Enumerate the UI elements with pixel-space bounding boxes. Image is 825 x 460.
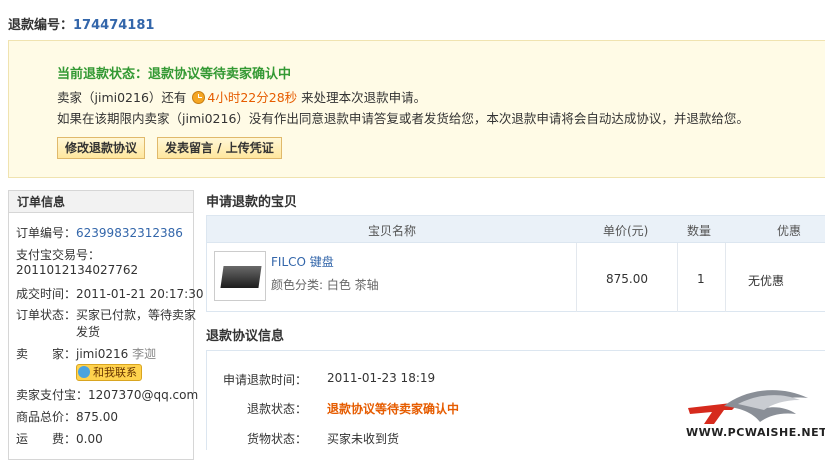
seller-id: jimi0216: [76, 347, 129, 361]
seller-deadline: 卖家（jimi0216）还有 4小时22分28秒 来处理本次退款申请。: [57, 87, 426, 106]
item-thumbnail[interactable]: [214, 251, 266, 301]
order-info-panel: 订单信息 订单编号：62399832312386 支付宝交易号： 2011012…: [8, 190, 203, 460]
seller-alipay-row: 卖家支付宝：1207370@qq.com: [16, 386, 198, 403]
refund-items-title: 申请退款的宝贝: [206, 195, 298, 210]
seller-row: 卖 家：jimi0216 李迦: [16, 345, 156, 362]
column-header-discount: 优惠: [777, 224, 802, 238]
refund-number-value: 174474181: [73, 18, 155, 33]
refund-status-label: 退款状态：: [246, 402, 307, 416]
seller-alipay-value: 1207370@qq.com: [88, 388, 199, 402]
table-header: 宝贝名称 单价(元) 数量 优惠: [207, 216, 825, 243]
watermark-text: WWW.PCWAISHE.NET: [686, 426, 825, 439]
column-header-qty: 数量: [687, 224, 712, 238]
seller-label: 卖 家：: [16, 347, 77, 361]
modify-agreement-button[interactable]: 修改退款协议: [57, 137, 146, 159]
order-number-link[interactable]: 62399832312386: [76, 226, 183, 240]
refund-status-notice: 当前退款状态：退款协议等待卖家确认中 卖家（jimi0216）还有 4小时22分…: [8, 40, 825, 178]
contact-seller-label: 和我联系: [93, 366, 137, 379]
freight-value: 0.00: [76, 432, 103, 446]
item-price: 875.00: [606, 272, 648, 286]
column-divider: [677, 243, 678, 312]
status-label: 当前退款状态：: [57, 67, 149, 82]
deal-time-row: 成交时间：2011-01-21 20:17:30: [16, 285, 203, 302]
seller-name: 李迦: [132, 347, 157, 361]
status-value: 退款协议等待卖家确认中: [148, 67, 292, 82]
item-color-option: 颜色分类: 白色 茶轴: [271, 278, 379, 292]
current-refund-status: 当前退款状态：退款协议等待卖家确认中: [57, 63, 291, 82]
order-number-row: 订单编号：62399832312386: [16, 224, 183, 241]
order-state-line2: 发货: [76, 325, 101, 339]
seller-deadline-suffix: 来处理本次退款申请。: [301, 90, 427, 105]
contact-row: 和我联系: [76, 364, 142, 381]
countdown-timer: 4小时22分28秒: [207, 90, 298, 105]
column-divider: [725, 243, 726, 312]
total-price-row: 商品总价：875.00: [16, 408, 118, 425]
item-name-link[interactable]: FILCO 键盘: [271, 253, 334, 270]
refund-items-table: 宝贝名称 单价(元) 数量 优惠 FILCO 键盘 颜色分类: 白色 茶轴 87…: [206, 215, 825, 312]
total-price-label: 商品总价：: [16, 410, 77, 424]
post-message-button[interactable]: 发表留言 / 上传凭证: [157, 137, 282, 159]
alipay-number-label: 支付宝交易号：: [16, 248, 101, 262]
order-number-label: 订单编号：: [16, 226, 77, 240]
agreement-title: 退款协议信息: [206, 329, 285, 344]
order-state-row: 订单状态：买家已付款，等待卖家: [16, 306, 196, 323]
freight-row: 运 费：0.00: [16, 430, 103, 447]
refund-number-label: 退款编号：: [8, 18, 74, 33]
order-info-title: 订单信息: [9, 191, 193, 213]
clock-icon: [192, 91, 206, 104]
goods-status-value: 买家未收到货: [327, 432, 400, 446]
keyboard-image: [220, 266, 262, 288]
freight-label: 运 费：: [16, 432, 77, 446]
deal-time-label: 成交时间：: [16, 287, 77, 301]
contact-seller-button[interactable]: 和我联系: [76, 364, 142, 381]
order-state-line1: 买家已付款，等待卖家: [76, 308, 197, 322]
apply-time-value: 2011-01-23 18:19: [327, 371, 436, 385]
seller-alipay-label: 卖家支付宝：: [16, 388, 89, 402]
apply-time-label: 申请退款时间：: [222, 373, 307, 387]
refund-number: 退款编号：174474181: [8, 14, 154, 33]
column-header-name: 宝贝名称: [368, 224, 417, 238]
refund-status-value: 退款协议等待卖家确认中: [327, 402, 460, 416]
chat-bubble-icon: [78, 366, 90, 378]
item-discount: 无优惠: [748, 274, 785, 288]
auto-agreement-info: 如果在该期限内卖家（jimi0216）没有作出同意退款申请答复或者发货给您，本次…: [57, 111, 749, 126]
deal-time-value: 2011-01-21 20:17:30: [76, 287, 204, 301]
item-quantity: 1: [697, 272, 705, 286]
alipay-number-value: 2011012134027762: [16, 263, 139, 277]
order-state-label: 订单状态：: [16, 308, 77, 322]
goods-status-label: 货物状态：: [246, 432, 307, 446]
seller-deadline-prefix: 卖家（jimi0216）还有: [57, 90, 187, 105]
column-divider: [576, 243, 577, 312]
column-header-price: 单价(元): [603, 224, 649, 238]
total-price-value: 875.00: [76, 410, 119, 424]
